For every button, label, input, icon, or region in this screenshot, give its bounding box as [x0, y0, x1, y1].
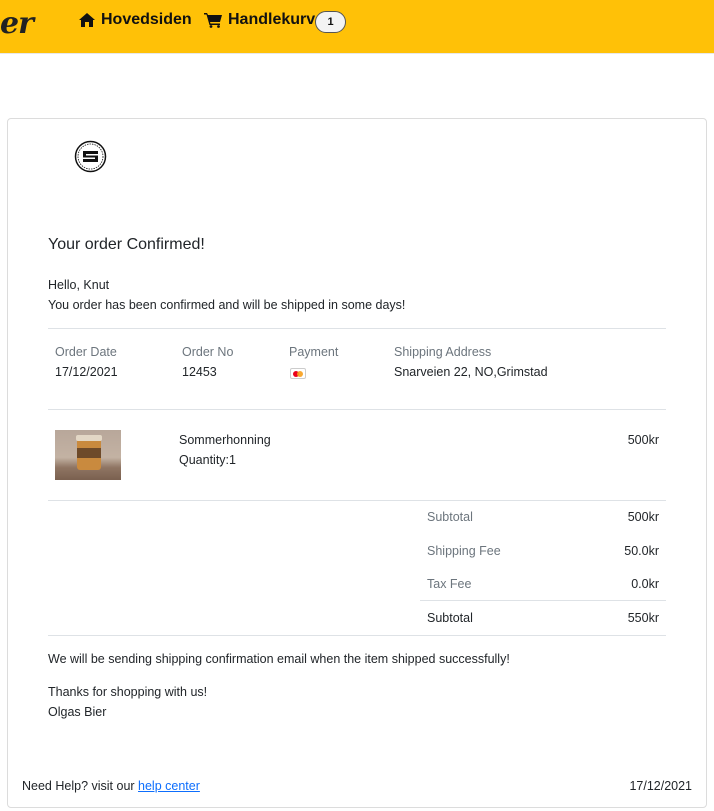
product-price: 500kr	[627, 433, 659, 447]
shipping-fee-value: 50.0kr	[624, 544, 659, 558]
help-text: Need Help? visit our	[22, 779, 139, 793]
tax-fee-label: Tax Fee	[427, 577, 472, 591]
nav-home-link[interactable]: Hovedsiden	[78, 10, 192, 30]
product-image	[55, 430, 121, 480]
order-date-value: 17/12/2021	[55, 365, 118, 379]
company-logo	[74, 140, 107, 173]
order-no-value: 12453	[182, 365, 217, 379]
subtotal-label: Subtotal	[427, 510, 473, 524]
order-date-label: Order Date	[55, 345, 117, 359]
home-icon	[79, 13, 95, 27]
mastercard-icon	[290, 368, 306, 379]
confirmation-message: You order has been confirmed and will be…	[48, 298, 406, 312]
divider	[48, 635, 666, 636]
greeting-text: Hello, Knut	[48, 278, 110, 292]
total-value: 550kr	[627, 611, 659, 625]
divider	[420, 600, 666, 601]
shipping-note: We will be sending shipping confirmation…	[48, 652, 510, 666]
footer-date: 17/12/2021	[629, 779, 692, 793]
order-no-label: Order No	[182, 345, 234, 359]
brand-logo[interactable]: er	[0, 6, 34, 41]
cart-icon	[204, 13, 222, 28]
subtotal-value: 500kr	[627, 510, 659, 524]
signature-text: Olgas Bier	[48, 705, 107, 719]
nav-home-label: Hovedsiden	[101, 11, 192, 28]
payment-label: Payment	[289, 345, 339, 359]
order-title: Your order Confirmed!	[48, 236, 205, 253]
help-center-link[interactable]: help center	[138, 779, 200, 793]
nav-cart-link[interactable]: Handlekurv	[204, 10, 315, 30]
tax-fee-value: 0.0kr	[631, 577, 659, 591]
divider	[48, 328, 666, 329]
order-confirmation-card: Your order Confirmed! Hello, Knut You or…	[7, 118, 707, 808]
divider	[48, 500, 666, 501]
total-label: Subtotal	[427, 611, 473, 625]
product-name: Sommerhonning	[179, 433, 271, 447]
shipping-address-value: Snarveien 22, NO,Grimstad	[394, 365, 548, 379]
product-quantity: Quantity:1	[179, 453, 236, 467]
nav-cart-label: Handlekurv	[228, 11, 316, 28]
help-footer: Need Help? visit our help center	[22, 779, 200, 793]
divider	[48, 409, 666, 410]
thanks-text: Thanks for shopping with us!	[48, 685, 208, 699]
shipping-address-label: Shipping Address	[394, 345, 492, 359]
cart-count-badge[interactable]: 1	[315, 11, 346, 33]
top-navbar: er Hovedsiden Handlekurv 1	[0, 0, 714, 54]
shipping-fee-label: Shipping Fee	[427, 544, 501, 558]
